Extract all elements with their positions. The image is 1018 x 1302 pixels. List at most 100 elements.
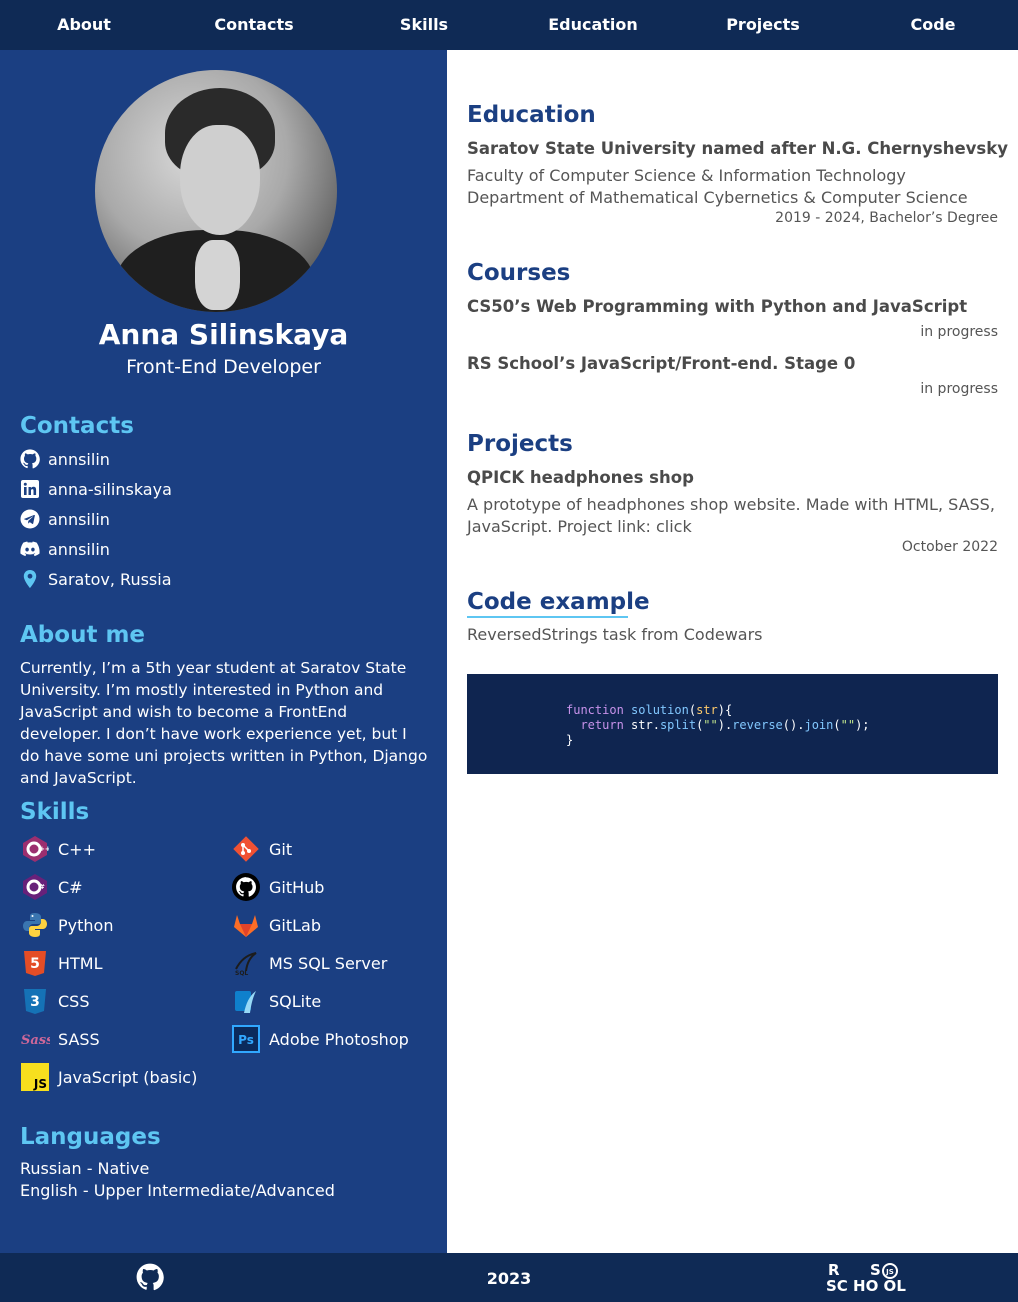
skill-item: 5 HTML — [20, 948, 103, 978]
skill-label: C# — [58, 877, 83, 897]
about-text: Currently, I’m a 5th year student at Sar… — [20, 659, 428, 787]
contacts-heading: Contacts — [20, 413, 134, 439]
avatar — [95, 70, 337, 312]
nav-link-about[interactable]: About — [57, 15, 111, 34]
nav-link-code[interactable]: Code — [910, 15, 955, 34]
skill-item: Git — [231, 834, 292, 864]
footer: 2023 R S JS SC HO OL — [0, 1253, 1018, 1302]
nav-link-education[interactable]: Education — [548, 15, 638, 34]
contact-label: Saratov, Russia — [48, 569, 172, 589]
css-icon: 3 — [20, 986, 50, 1016]
code-line: } — [566, 733, 574, 747]
code-line: function solution(str){ — [566, 703, 733, 717]
git-icon — [231, 834, 261, 864]
discord-icon — [20, 539, 40, 559]
skill-label: SQLite — [269, 991, 322, 1011]
gitlab-icon — [231, 910, 261, 940]
svg-text:++: ++ — [39, 845, 49, 853]
skill-label: GitHub — [269, 877, 325, 897]
profile-name: Anna Silinskaya — [98, 318, 349, 351]
education-heading: Education — [467, 102, 596, 128]
contact-discord[interactable]: annsilin — [20, 538, 110, 560]
code-block: function solution(str){ return str.split… — [467, 674, 998, 774]
university-name: Saratov State University named after N.G… — [467, 139, 1008, 158]
languages-heading: Languages — [20, 1124, 161, 1150]
faculty-text: Faculty of Computer Science & Informatio… — [467, 166, 906, 185]
course-status: in progress — [920, 381, 998, 397]
github-icon[interactable] — [136, 1263, 164, 1291]
skill-label: CSS — [58, 991, 90, 1011]
sass-icon: Sass — [20, 1024, 50, 1054]
telegram-icon — [20, 509, 40, 529]
svg-text:3: 3 — [30, 994, 40, 1010]
skill-item: GitLab — [231, 910, 321, 940]
rs-school-logo[interactable]: R S JS SC HO OL — [826, 1261, 912, 1295]
skill-label: SASS — [58, 1029, 100, 1049]
csharp-icon: # — [20, 872, 50, 902]
python-icon — [20, 910, 50, 940]
svg-text:#: # — [39, 883, 45, 891]
skill-item: GitHub — [231, 872, 324, 902]
svg-text:5: 5 — [30, 956, 40, 972]
github-icon — [231, 872, 261, 902]
projects-heading: Projects — [467, 431, 573, 457]
skill-item: Sass SASS — [20, 1024, 100, 1054]
sqlite-icon — [231, 986, 261, 1016]
skill-item: Python — [20, 910, 113, 940]
contact-github[interactable]: annsilin — [20, 448, 110, 470]
svg-text:JS: JS — [33, 1077, 47, 1091]
nav-link-projects[interactable]: Projects — [726, 15, 800, 34]
skill-item: SQLite — [231, 986, 321, 1016]
skill-label: Adobe Photoshop — [269, 1029, 409, 1049]
linkedin-icon — [20, 479, 40, 499]
skill-label: GitLab — [269, 915, 321, 935]
sidebar: Anna Silinskaya Front-End Developer Cont… — [0, 50, 447, 1253]
contact-telegram[interactable]: annsilin — [20, 508, 110, 530]
education-period: 2019 - 2024, Bachelor’s Degree — [775, 210, 998, 226]
courses-heading: Courses — [467, 260, 571, 286]
skill-label: MS SQL Server — [269, 953, 388, 973]
project-description: A prototype of headphones shop website. … — [467, 495, 995, 536]
svg-text:Sass: Sass — [21, 1033, 50, 1048]
course-status: in progress — [920, 324, 998, 340]
skill-item: JS JavaScript (basic) — [20, 1062, 197, 1092]
skill-item: # C# — [20, 872, 83, 902]
contact-linkedin[interactable]: anna-silinskaya — [20, 478, 172, 500]
nav-link-contacts[interactable]: Contacts — [214, 15, 293, 34]
contact-label: annsilin — [48, 509, 110, 529]
project-title[interactable]: QPICK headphones shop — [467, 468, 694, 487]
department-text: Department of Mathematical Cybernetics &… — [467, 188, 968, 207]
contact-label: anna-silinskaya — [48, 479, 172, 499]
code-subtitle: ReversedStrings task from Codewars — [467, 625, 763, 644]
code-heading-underline — [467, 616, 628, 618]
course-title: RS School’s JavaScript/Front-end. Stage … — [467, 354, 856, 373]
skill-item: Ps Adobe Photoshop — [231, 1024, 409, 1054]
course-title: CS50’s Web Programming with Python and J… — [467, 297, 968, 316]
skill-label: Python — [58, 915, 114, 935]
nav-link-skills[interactable]: Skills — [400, 15, 448, 34]
top-navigation: About Contacts Skills Education Projects… — [0, 0, 1018, 50]
contact-label: annsilin — [48, 449, 110, 469]
skill-label: HTML — [58, 953, 103, 973]
github-icon — [20, 449, 40, 469]
footer-year: 2023 — [486, 1269, 532, 1288]
html-icon: 5 — [20, 948, 50, 978]
skill-item: SQL MS SQL Server — [231, 948, 387, 978]
svg-text:SC HO OL: SC HO OL — [826, 1277, 906, 1295]
code-line: return str.split("").reverse().join(""); — [580, 718, 870, 732]
language-item: Russian - Native — [20, 1159, 150, 1178]
contact-label: annsilin — [48, 539, 110, 559]
skills-heading: Skills — [20, 799, 90, 825]
svg-text:SQL: SQL — [235, 970, 248, 977]
code-heading: Code example — [467, 589, 650, 615]
skill-label: Git — [269, 839, 293, 859]
location-icon — [20, 569, 40, 589]
profile-role: Front-End Developer — [126, 356, 321, 378]
skill-item: ++ C++ — [20, 834, 96, 864]
cpp-icon: ++ — [20, 834, 50, 864]
about-heading: About me — [20, 622, 146, 648]
javascript-icon: JS — [20, 1062, 50, 1092]
mssql-icon: SQL — [231, 948, 261, 978]
photoshop-icon: Ps — [231, 1024, 261, 1054]
project-date: October 2022 — [901, 539, 998, 555]
